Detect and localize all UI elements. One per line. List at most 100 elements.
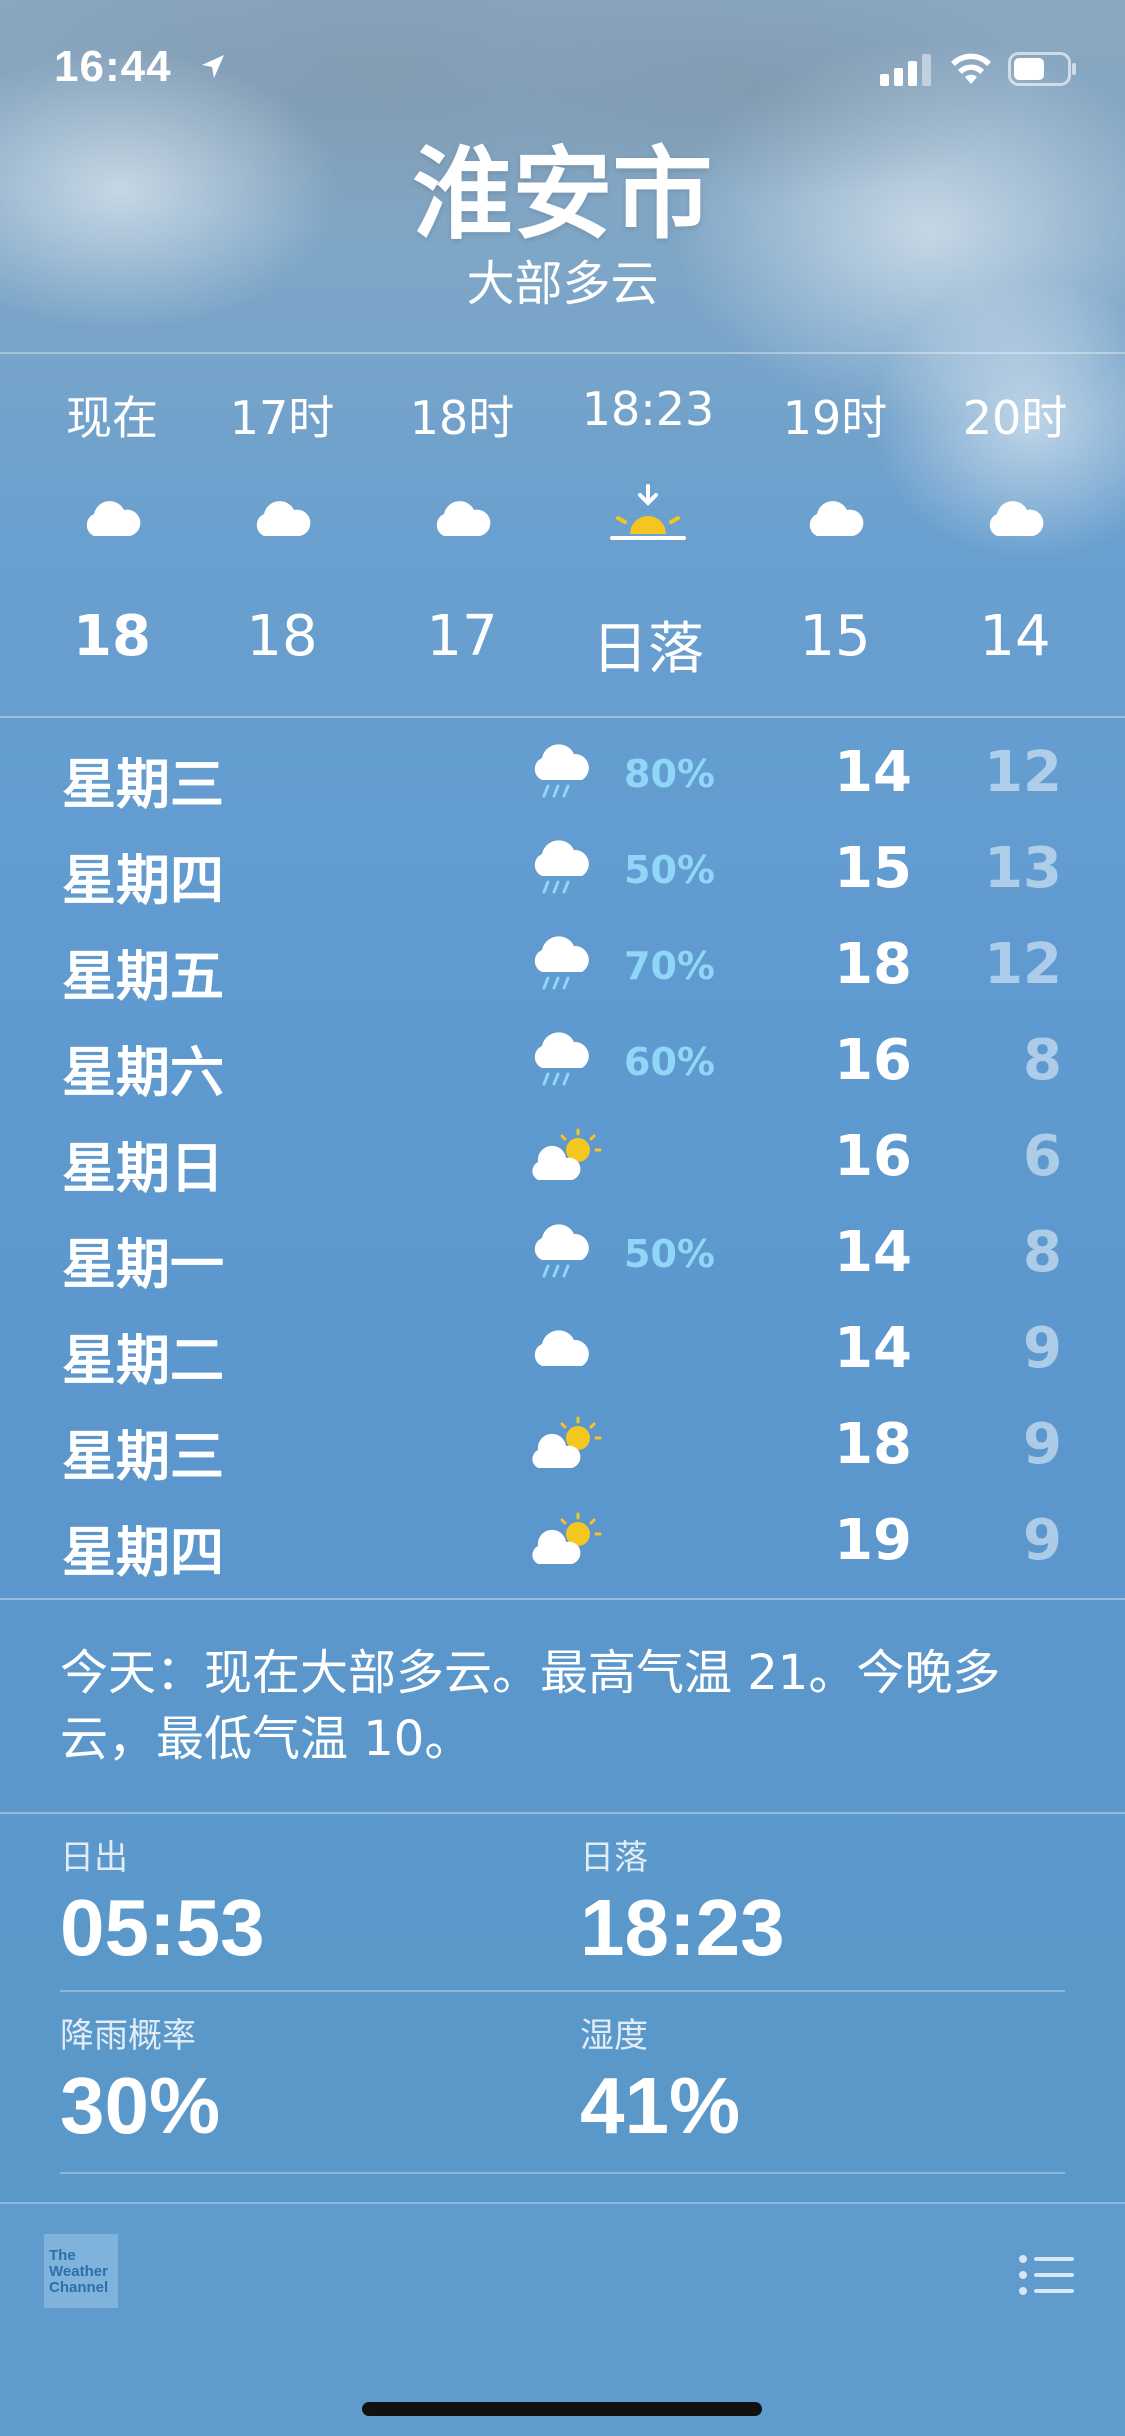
hour-temp: 18	[246, 604, 318, 669]
hour-temp: 15	[799, 604, 871, 669]
day-name: 星期三	[62, 753, 224, 816]
low-temp: 8	[1023, 1220, 1062, 1285]
status-bar: 16:44	[0, 0, 1125, 140]
bottom-toolbar: The Weather Channel	[0, 2202, 1125, 2436]
day-name: 星期四	[62, 849, 224, 912]
current-condition: 大部多云	[466, 256, 659, 312]
low-temp: 9	[1023, 1316, 1062, 1381]
day-name: 星期二	[62, 1329, 224, 1392]
hour-temp: 18	[73, 604, 151, 669]
high-temp: 16	[834, 1124, 912, 1189]
detail-label: 日落	[580, 1838, 648, 1878]
hour-label: 20时	[962, 391, 1068, 445]
daily-row: 星期四 50% 15 13	[0, 818, 1125, 914]
rain-icon	[534, 1224, 589, 1278]
low-temp: 8	[1023, 1028, 1062, 1093]
low-temp: 13	[984, 836, 1062, 901]
daily-row: 星期二 14 9	[0, 1298, 1125, 1394]
daily-row: 星期五 70% 18 12	[0, 914, 1125, 1010]
signal-icon	[880, 54, 931, 86]
high-temp: 14	[834, 1220, 912, 1285]
sunrise-detail: 日出 05:53	[60, 1834, 540, 1974]
partly-sunny-icon	[532, 1512, 602, 1564]
precipitation-chance: 50%	[624, 1232, 715, 1276]
high-temp: 15	[834, 836, 912, 901]
precipitation-chance: 70%	[624, 944, 715, 988]
home-indicator[interactable]	[362, 2402, 762, 2416]
humidity-detail: 湿度 41%	[580, 2012, 1060, 2152]
day-name: 星期五	[62, 945, 224, 1008]
rain-icon	[534, 936, 589, 990]
detail-label: 降雨概率	[60, 2016, 196, 2056]
day-name: 星期一	[62, 1233, 224, 1296]
day-name: 星期四	[62, 1521, 224, 1584]
sunset-detail: 日落 18:23	[580, 1834, 1060, 1974]
location-arrow-icon	[202, 55, 224, 78]
list-icon[interactable]	[1018, 2254, 1074, 2296]
divider	[0, 716, 1125, 718]
high-temp: 14	[834, 1316, 912, 1381]
high-temp: 14	[834, 740, 912, 805]
rain-icon	[534, 744, 589, 798]
low-temp: 9	[1023, 1412, 1062, 1477]
day-name: 星期六	[62, 1041, 224, 1104]
rain-chance-detail: 降雨概率 30%	[60, 2012, 540, 2152]
hour-temp: 14	[979, 604, 1051, 669]
daily-row: 星期日 16 6	[0, 1106, 1125, 1202]
cloud-icon	[534, 1330, 589, 1366]
today-summary: 今天：现在大部多云。最高气温 21。今晚多云，最低气温 10。	[60, 1645, 1001, 1767]
high-temp: 18	[834, 1412, 912, 1477]
partly-sunny-icon	[532, 1416, 602, 1468]
low-temp: 9	[1023, 1508, 1062, 1573]
divider	[60, 1990, 1065, 1992]
rain-icon	[534, 840, 589, 894]
hour-label: 18:23	[581, 382, 715, 436]
hour-label: 19时	[782, 391, 888, 445]
divider	[60, 2172, 1065, 2174]
logo-text: The Weather Channel	[49, 2247, 109, 2296]
cloud-icon	[86, 501, 141, 536]
detail-label: 湿度	[580, 2016, 648, 2056]
city-name: 淮安市	[412, 136, 713, 253]
day-name: 星期三	[62, 1425, 224, 1488]
cloud-icon	[436, 501, 491, 536]
low-temp: 12	[984, 932, 1062, 997]
divider	[0, 1598, 1125, 1600]
precipitation-chance: 60%	[624, 1040, 715, 1084]
daily-row: 星期四 19 9	[0, 1490, 1125, 1586]
wifi-icon	[951, 53, 991, 84]
hour-label: 现在	[66, 391, 158, 445]
cloud-icon	[989, 501, 1044, 536]
location-header: 淮安市 大部多云	[0, 140, 1125, 314]
hour-label: 18时	[409, 391, 515, 445]
detail-label: 日出	[60, 1838, 128, 1878]
detail-value: 41%	[580, 2061, 741, 2150]
hour-label: 17时	[229, 391, 335, 445]
hourly-forecast[interactable]: 现在 18 17时 18 18时 17 18:23 日落 19时 15 20时 …	[0, 352, 1125, 716]
low-temp: 6	[1023, 1124, 1062, 1189]
daily-row: 星期六 60% 16 8	[0, 1010, 1125, 1106]
precipitation-chance: 80%	[624, 752, 715, 796]
precipitation-chance: 50%	[624, 848, 715, 892]
high-temp: 16	[834, 1028, 912, 1093]
detail-value: 18:23	[580, 1883, 785, 1972]
high-temp: 18	[834, 932, 912, 997]
weather-channel-logo[interactable]: The Weather Channel	[44, 2234, 118, 2308]
hour-temp: 17	[426, 604, 498, 669]
status-time: 16:44	[54, 42, 172, 91]
high-temp: 19	[834, 1508, 912, 1573]
detail-value: 30%	[60, 2061, 221, 2150]
hour-temp: 日落	[592, 617, 704, 682]
cloud-icon	[256, 501, 311, 536]
daily-row: 星期三 18 9	[0, 1394, 1125, 1490]
daily-row: 星期三 80% 14 12	[0, 722, 1125, 818]
day-name: 星期日	[62, 1137, 224, 1200]
partly-sunny-icon	[532, 1128, 602, 1180]
daily-row: 星期一 50% 14 8	[0, 1202, 1125, 1298]
rain-icon	[534, 1032, 589, 1086]
cloud-icon	[809, 501, 864, 536]
sunset-icon	[610, 484, 686, 540]
low-temp: 12	[984, 740, 1062, 805]
battery-icon	[1008, 52, 1076, 86]
detail-value: 05:53	[60, 1883, 265, 1972]
